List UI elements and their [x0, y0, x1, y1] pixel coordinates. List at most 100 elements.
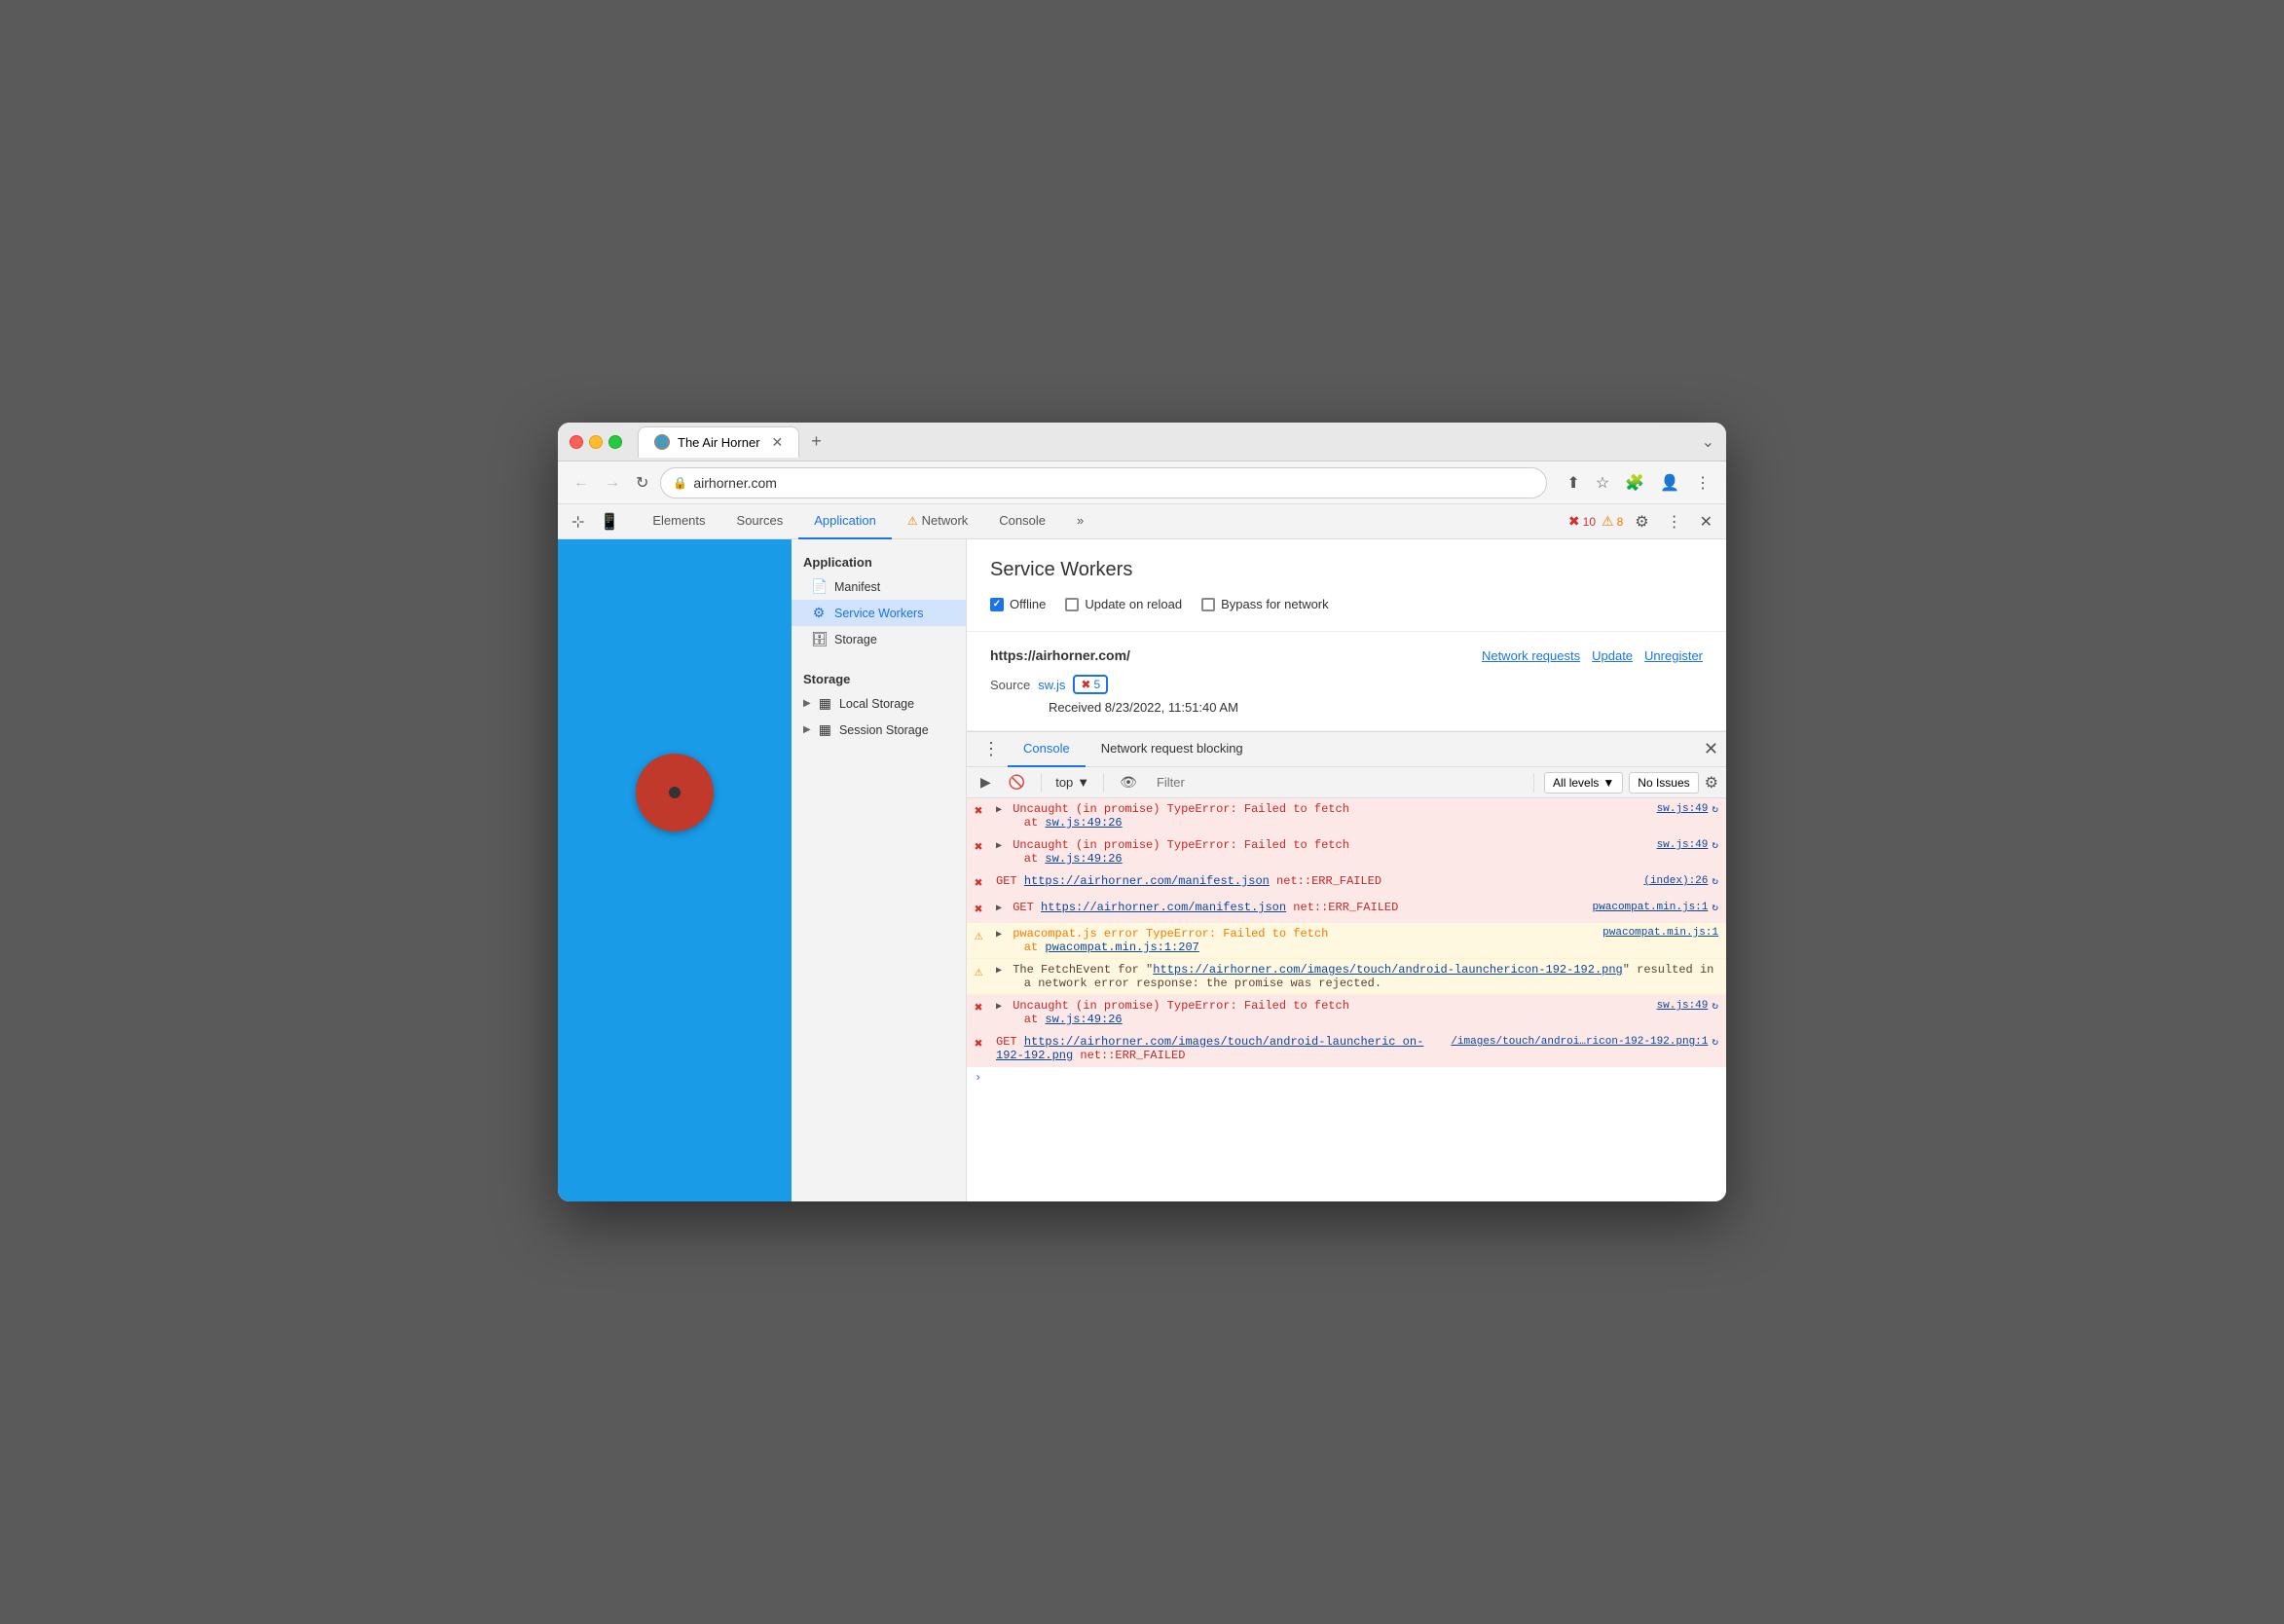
devtools-panel-sidebar: Application 📄 Manifest ⚙ Service Workers…: [792, 539, 967, 1201]
console-menu-icon[interactable]: ⋮: [975, 739, 1008, 759]
error-badge[interactable]: ✖ 10: [1568, 513, 1596, 530]
console-close-button[interactable]: ✕: [1704, 739, 1718, 759]
console-toolbar: ▶ 🚫 top ▼ 👁 All levels ▼ No Issu: [967, 767, 1726, 798]
update-on-reload-checkbox[interactable]: Update on reload: [1065, 597, 1182, 611]
console-tab-console[interactable]: Console: [1008, 732, 1086, 767]
sw-url-row: https://airhorner.com/ Network requests …: [990, 647, 1703, 663]
clear-console-button[interactable]: 🚫: [1003, 771, 1031, 794]
inspect-element-button[interactable]: ⊹: [566, 508, 590, 535]
console-filter-input[interactable]: [1149, 771, 1524, 794]
link-2[interactable]: sw.js:49:26: [1045, 852, 1122, 866]
tab-console[interactable]: Console: [983, 504, 1061, 539]
execute-button[interactable]: ▶: [975, 771, 997, 794]
browser-tab-active[interactable]: 🌐 The Air Horner ✕: [638, 426, 799, 458]
expand-7[interactable]: ▶: [996, 1002, 1002, 1013]
expand-arrow-session: ▶: [803, 724, 811, 735]
devtools-settings-button[interactable]: ⚙: [1629, 508, 1654, 535]
expand-6[interactable]: ▶: [996, 966, 1002, 977]
offline-label: Offline: [1010, 597, 1046, 611]
update-on-reload-label: Update on reload: [1085, 597, 1182, 611]
tab-sources[interactable]: Sources: [721, 504, 799, 539]
error-icon-2: ✖: [975, 839, 990, 856]
sidebar-item-session-storage[interactable]: ▶ ▦ Session Storage: [792, 717, 966, 743]
console-prompt[interactable]: ›: [967, 1067, 1726, 1089]
msg-content-4: ▶ GET https://airhorner.com/manifest.jso…: [996, 901, 1593, 914]
eye-icon-button[interactable]: 👁: [1114, 771, 1143, 794]
network-requests-link[interactable]: Network requests: [1482, 648, 1580, 663]
sidebar-item-storage[interactable]: 🗄 Storage: [792, 626, 966, 652]
sw-error-badge[interactable]: ✖ 5: [1073, 675, 1108, 694]
extensions-icon[interactable]: 🧩: [1621, 469, 1648, 497]
close-button[interactable]: [570, 435, 583, 449]
link-5[interactable]: pwacompat.min.js:1:207: [1045, 941, 1198, 954]
bypass-for-network-checkbox[interactable]: Bypass for network: [1201, 597, 1329, 611]
msg-content-6: ▶ The FetchEvent for "https://airhorner.…: [996, 963, 1718, 990]
tab-application[interactable]: Application: [798, 504, 892, 539]
error-icon-1: ✖: [975, 803, 990, 820]
link-3[interactable]: https://airhorner.com/manifest.json: [1024, 874, 1270, 888]
link-1[interactable]: sw.js:49:26: [1045, 816, 1122, 830]
device-toolbar-button[interactable]: 📱: [594, 508, 625, 535]
minimize-button[interactable]: [589, 435, 603, 449]
tab-more[interactable]: »: [1061, 504, 1099, 539]
msg-source-8: /images/touch/androi…ricon-192-192.png:1…: [1451, 1035, 1718, 1049]
no-issues-button[interactable]: No Issues: [1629, 772, 1698, 794]
link-4[interactable]: https://airhorner.com/manifest.json: [1041, 901, 1286, 914]
browser-window: 🌐 The Air Horner ✕ + ⌄ ← → ↻ 🔒 airhorner…: [558, 423, 1726, 1201]
sidebar-item-local-storage[interactable]: ▶ ▦ Local Storage: [792, 690, 966, 717]
share-icon[interactable]: ⬆: [1563, 469, 1583, 497]
update-link[interactable]: Update: [1592, 648, 1633, 663]
devtools-header: ⊹ 📱 Elements Sources Application ⚠ Netwo…: [558, 504, 1726, 539]
bypass-for-network-checkbox-box[interactable]: [1201, 598, 1215, 611]
console-settings-button[interactable]: ⚙: [1705, 773, 1718, 793]
expand-2[interactable]: ▶: [996, 841, 1002, 852]
devtools-close-button[interactable]: ✕: [1694, 508, 1718, 535]
link-6[interactable]: https://airhorner.com/images/touch/andro…: [1153, 963, 1622, 977]
profile-icon[interactable]: 👤: [1656, 469, 1683, 497]
new-tab-button[interactable]: +: [803, 431, 829, 452]
expand-4[interactable]: ▶: [996, 904, 1002, 914]
offline-checkbox[interactable]: ✓ Offline: [990, 597, 1046, 611]
levels-chevron: ▼: [1602, 776, 1614, 790]
msg-source-1: sw.js:49 ↻: [1657, 802, 1718, 816]
update-on-reload-checkbox-box[interactable]: [1065, 598, 1079, 611]
context-selector[interactable]: top ▼: [1051, 773, 1093, 792]
tab-menu-button[interactable]: ⌄: [1702, 432, 1714, 452]
sidebar-item-manifest[interactable]: 📄 Manifest: [792, 573, 966, 600]
error-icon-8: ✖: [975, 1036, 990, 1052]
tab-elements[interactable]: Elements: [637, 504, 720, 539]
msg-source-3: (index):26 ↻: [1643, 874, 1718, 888]
toolbar-divider-2: [1103, 773, 1104, 793]
console-tab-network-blocking[interactable]: Network request blocking: [1086, 732, 1259, 767]
expand-1[interactable]: ▶: [996, 805, 1002, 816]
warning-icon-6: ⚠: [975, 964, 990, 980]
link-7[interactable]: sw.js:49:26: [1045, 1013, 1122, 1026]
offline-checkbox-box[interactable]: ✓: [990, 598, 1004, 611]
service-workers-top: Service Workers ✓ Offline Update on relo…: [967, 539, 1726, 632]
all-levels-button[interactable]: All levels ▼: [1544, 772, 1623, 794]
more-options-icon[interactable]: ⋮: [1691, 469, 1714, 497]
sw-source-file[interactable]: sw.js: [1038, 678, 1065, 692]
back-button[interactable]: ←: [570, 470, 593, 496]
msg-source-5: pwacompat.min.js:1: [1602, 927, 1718, 939]
warning-badge[interactable]: ⚠ 8: [1602, 513, 1623, 530]
bookmark-icon[interactable]: ☆: [1592, 469, 1613, 497]
console-message-7: ✖ ▶ Uncaught (in promise) TypeError: Fai…: [967, 995, 1726, 1031]
msg-content-8: GET https://airhorner.com/images/touch/a…: [996, 1035, 1451, 1062]
maximize-button[interactable]: [608, 435, 622, 449]
expand-5[interactable]: ▶: [996, 930, 1002, 941]
unregister-link[interactable]: Unregister: [1644, 648, 1703, 663]
tab-close-button[interactable]: ✕: [772, 434, 784, 451]
tab-network[interactable]: ⚠ Network: [892, 504, 983, 539]
console-message-1: ✖ ▶ Uncaught (in promise) TypeError: Fai…: [967, 798, 1726, 834]
warning-icon: ⚠: [1602, 513, 1614, 530]
sw-error-icon: ✖: [1081, 678, 1090, 691]
link-8[interactable]: https://airhorner.com/images/touch/andro…: [996, 1035, 1423, 1062]
address-bar-input[interactable]: 🔒 airhorner.com: [660, 467, 1547, 498]
toolbar-divider-3: [1533, 773, 1534, 793]
refresh-button[interactable]: ↻: [632, 469, 652, 497]
console-message-4: ✖ ▶ GET https://airhorner.com/manifest.j…: [967, 897, 1726, 923]
forward-button[interactable]: →: [601, 470, 624, 496]
devtools-more-button[interactable]: ⋮: [1661, 508, 1688, 535]
sidebar-item-service-workers[interactable]: ⚙ Service Workers: [792, 600, 966, 626]
